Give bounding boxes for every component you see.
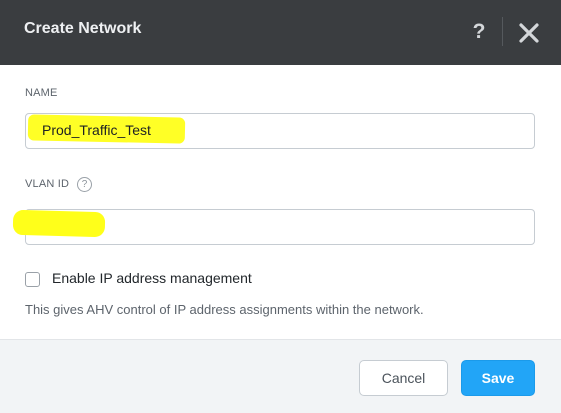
ip-management-label[interactable]: Enable IP address management bbox=[52, 270, 252, 286]
name-input-value: Prod_Traffic_Test bbox=[42, 122, 151, 138]
vlan-id-label: VLAN ID bbox=[25, 178, 70, 190]
close-icon bbox=[519, 23, 539, 43]
help-button[interactable]: ? bbox=[466, 18, 492, 46]
save-button[interactable]: Save bbox=[461, 360, 535, 396]
ip-management-hint: This gives AHV control of IP address ass… bbox=[25, 302, 424, 317]
close-button[interactable] bbox=[515, 19, 543, 47]
dialog-title: Create Network bbox=[24, 20, 142, 37]
name-label: NAME bbox=[25, 87, 58, 99]
cancel-button[interactable]: Cancel bbox=[359, 360, 448, 396]
dialog-header: Create Network ? bbox=[0, 0, 561, 65]
ip-management-checkbox[interactable] bbox=[25, 272, 40, 287]
info-icon[interactable]: ? bbox=[77, 177, 92, 192]
create-network-dialog: Create Network ? NAME Prod_Traffic_Test … bbox=[0, 0, 561, 413]
header-divider bbox=[502, 17, 503, 46]
highlight-mark bbox=[12, 209, 106, 238]
